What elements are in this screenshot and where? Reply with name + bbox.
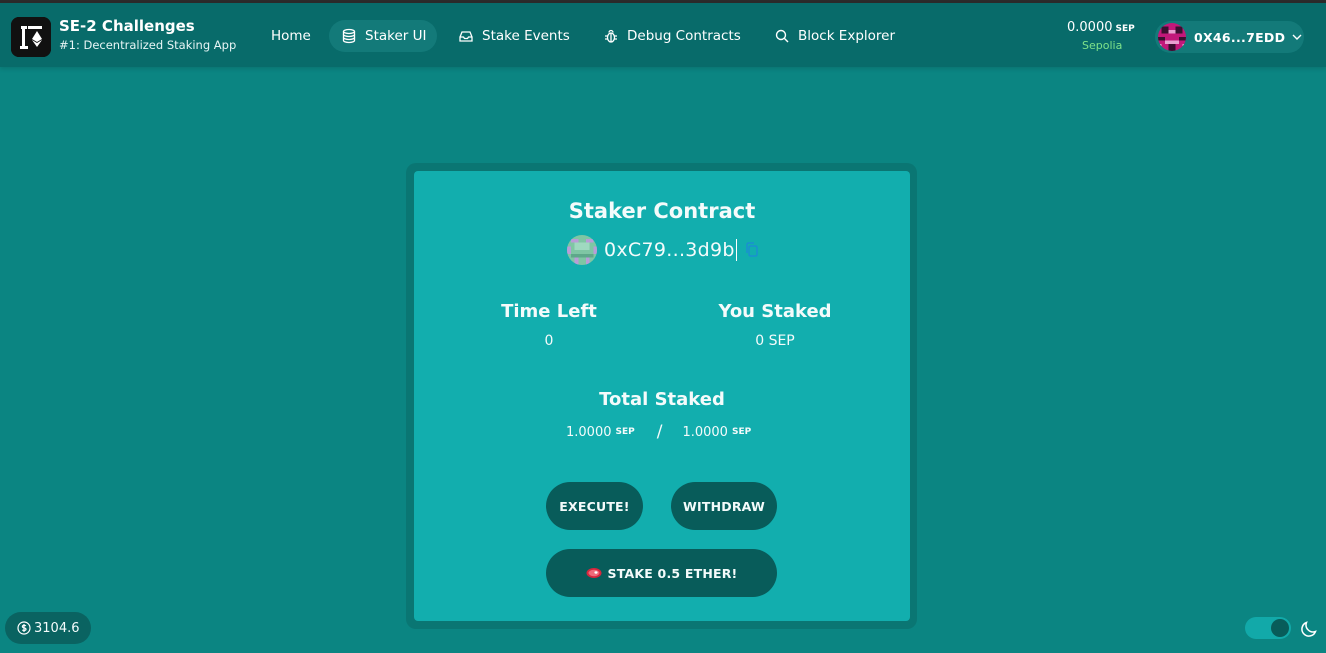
account-dropdown-button[interactable]: 0X46...7EDD	[1155, 21, 1304, 53]
nav-stake-events[interactable]: Stake Events	[446, 20, 582, 52]
castle-ethereum-logo-icon	[11, 17, 51, 57]
contract-address-row: 0xC79...3d9b	[567, 235, 761, 265]
stake-threshold-unit: SEP	[731, 427, 752, 437]
steak-emoji-icon	[586, 567, 602, 579]
total-staked-separator: /	[656, 422, 663, 442]
text-cursor	[735, 239, 737, 261]
nav-home-label: Home	[271, 28, 311, 44]
account-address: 0X46...7EDD	[1194, 29, 1286, 45]
nav-staker-ui[interactable]: Staker UI	[329, 20, 437, 52]
nav-home[interactable]: Home	[259, 20, 323, 52]
total-staked-current-unit: SEP	[615, 427, 635, 437]
stake-threshold: 1.0000	[682, 424, 728, 440]
search-icon	[774, 28, 790, 44]
app-title: SE-2 Challenges	[59, 17, 195, 35]
nav-debug-contracts[interactable]: Debug Contracts	[591, 20, 753, 52]
staker-card: Staker Contract 0xC79...3d9b Time Left 0…	[414, 171, 910, 621]
total-staked-current: 1.0000	[566, 424, 612, 440]
card-title: Staker Contract	[568, 199, 756, 223]
execute-button[interactable]: EXECUTE!	[546, 482, 643, 530]
chevron-down-icon	[1291, 31, 1303, 43]
network-name: Sepolia	[1082, 39, 1123, 52]
withdraw-button-label: WITHDRAW	[683, 498, 765, 514]
inbox-icon	[458, 28, 474, 44]
top-navbar: SE-2 Challenges #1: Decentralized Stakin…	[0, 3, 1326, 67]
copy-icon[interactable]	[743, 241, 761, 259]
wallet-balance-unit: SEP	[1115, 24, 1135, 34]
time-left-value: 0	[544, 333, 554, 349]
you-staked-value: 0 SEP	[755, 333, 795, 349]
eth-price-badge[interactable]: 3104.6	[5, 612, 91, 644]
you-staked-label: You Staked	[718, 301, 832, 322]
account-avatar	[1158, 23, 1186, 51]
app-logo[interactable]	[11, 17, 51, 57]
nav-block-explorer[interactable]: Block Explorer	[762, 20, 907, 52]
moon-icon	[1300, 618, 1320, 638]
eth-price-value: 3104.6	[34, 620, 80, 636]
nav-stake-events-label: Stake Events	[482, 28, 570, 44]
app-subtitle: #1: Decentralized Staking App	[59, 38, 237, 52]
total-staked-label: Total Staked	[599, 389, 725, 410]
wallet-balance-value: 0.0000	[1067, 20, 1113, 35]
dollar-icon	[17, 621, 31, 635]
stake-button[interactable]: STAKE 0.5 ETHER!	[546, 549, 777, 597]
execute-button-label: EXECUTE!	[559, 498, 630, 514]
bug-icon	[603, 28, 619, 44]
nav-staker-ui-label: Staker UI	[365, 28, 427, 44]
time-left-label: Time Left	[501, 301, 597, 322]
theme-toggle-knob	[1271, 619, 1289, 637]
total-staked-row: 1.0000 SEP / 1.0000 SEP	[566, 420, 751, 444]
contract-address[interactable]: 0xC79...3d9b	[604, 239, 735, 261]
withdraw-button[interactable]: WITHDRAW	[671, 482, 777, 530]
nav-debug-contracts-label: Debug Contracts	[627, 28, 741, 44]
contract-avatar	[567, 235, 597, 265]
nav-block-explorer-label: Block Explorer	[798, 28, 896, 44]
wallet-balance: 0.0000 SEP	[1067, 20, 1135, 35]
theme-toggle[interactable]	[1245, 617, 1291, 639]
stake-button-label: STAKE 0.5 ETHER!	[607, 565, 738, 581]
database-icon	[341, 28, 357, 44]
